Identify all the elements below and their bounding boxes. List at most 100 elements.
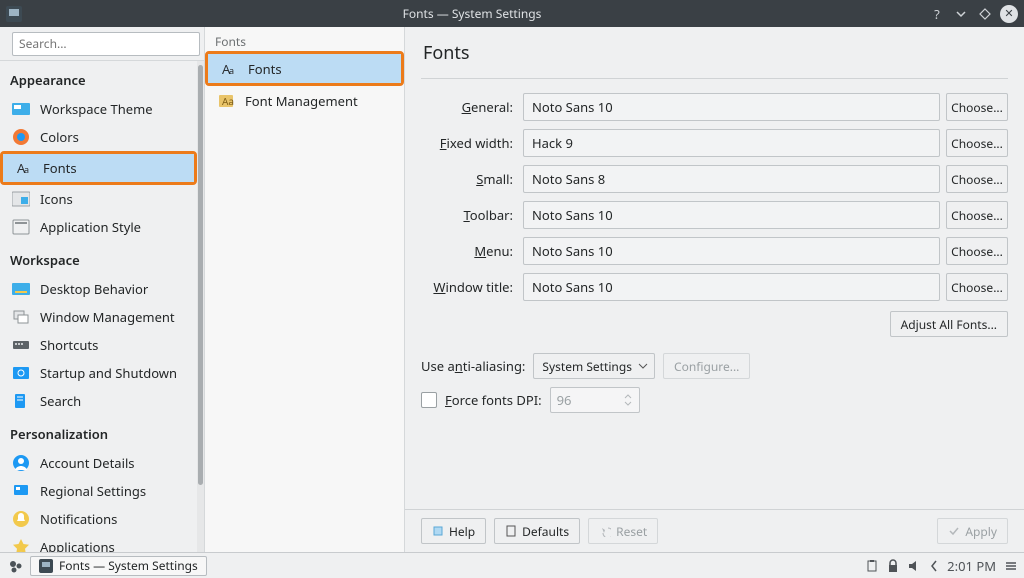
choose-button[interactable]: Choose... bbox=[946, 129, 1008, 157]
sidebar-item-label: Account Details bbox=[40, 454, 135, 472]
force-dpi-checkbox[interactable] bbox=[421, 392, 437, 408]
clipboard-tray-icon[interactable] bbox=[865, 559, 879, 573]
document-icon bbox=[505, 525, 517, 537]
sidebar-list: Appearance Workspace Theme Colors Aa Fon… bbox=[0, 61, 197, 552]
sidebar-item-shortcuts[interactable]: Shortcuts bbox=[0, 331, 197, 359]
sidebar-item-application-style[interactable]: Application Style bbox=[0, 213, 197, 241]
dpi-value: 96 bbox=[557, 391, 572, 409]
font-management-icon: Aa bbox=[217, 92, 235, 110]
adjust-all-fonts-button[interactable]: Adjust All Fonts... bbox=[890, 311, 1008, 337]
font-value: Noto Sans 10 bbox=[523, 93, 940, 121]
force-dpi-spinbox: 96 bbox=[550, 387, 640, 413]
task-icon bbox=[39, 559, 53, 573]
app-style-icon bbox=[12, 218, 30, 236]
sidebar-item-label: Startup and Shutdown bbox=[40, 364, 177, 382]
font-value: Hack 9 bbox=[523, 129, 940, 157]
sidebar-group-appearance: Appearance bbox=[0, 61, 197, 95]
close-icon[interactable]: ✕ bbox=[1000, 5, 1018, 23]
sidebar-item-label: Icons bbox=[40, 190, 73, 208]
bell-icon bbox=[12, 510, 30, 528]
font-row: Window title:Noto Sans 10Choose... bbox=[421, 273, 1008, 301]
sidebar-item-notifications[interactable]: Notifications bbox=[0, 505, 197, 533]
svg-text:Aa: Aa bbox=[222, 94, 234, 108]
anti-aliasing-label: Use anti-aliasing: bbox=[421, 357, 525, 375]
subpanel-title: Fonts bbox=[205, 27, 404, 51]
panel-menu-icon[interactable] bbox=[1004, 559, 1018, 573]
sidebar-item-workspace-theme[interactable]: Workspace Theme bbox=[0, 95, 197, 123]
sub-item-label: Font Management bbox=[245, 92, 358, 110]
choose-button[interactable]: Choose... bbox=[946, 237, 1008, 265]
sidebar-item-fonts[interactable]: Aa Fonts bbox=[3, 154, 194, 182]
sidebar-item-label: Shortcuts bbox=[40, 336, 98, 354]
sidebar-item-label: Window Management bbox=[40, 308, 175, 326]
font-row: Toolbar: Noto Sans 10Choose... bbox=[421, 201, 1008, 229]
sidebar-item-label: Desktop Behavior bbox=[40, 280, 148, 298]
maximize-icon[interactable] bbox=[976, 5, 994, 23]
font-value: Noto Sans 10 bbox=[523, 237, 940, 265]
anti-aliasing-value: System Settings bbox=[542, 358, 632, 375]
page-title-underline bbox=[421, 71, 1008, 79]
font-label: Small: bbox=[421, 170, 517, 188]
font-row: Menu: Noto Sans 10Choose... bbox=[421, 237, 1008, 265]
configure-button: Configure... bbox=[663, 353, 750, 379]
font-value: Noto Sans 8 bbox=[523, 165, 940, 193]
expand-tray-icon[interactable] bbox=[929, 559, 939, 573]
task-label: Fonts — System Settings bbox=[59, 557, 198, 574]
help-titlebar-icon[interactable]: ? bbox=[928, 5, 946, 23]
svg-text:a: a bbox=[24, 163, 29, 176]
chevron-down-icon bbox=[638, 361, 648, 371]
sub-item-fonts[interactable]: Aa Fonts bbox=[208, 54, 401, 83]
check-icon bbox=[948, 525, 960, 537]
app-icon bbox=[6, 6, 22, 22]
sidebar-item-desktop-behavior[interactable]: Desktop Behavior bbox=[0, 275, 197, 303]
sidebar-item-startup-shutdown[interactable]: Startup and Shutdown bbox=[0, 359, 197, 387]
sidebar-item-label: Fonts bbox=[43, 159, 77, 177]
account-icon bbox=[12, 454, 30, 472]
reset-button: Reset bbox=[588, 518, 658, 544]
sidebar-toolbar bbox=[0, 27, 204, 61]
apply-button: Apply bbox=[937, 518, 1008, 544]
lock-tray-icon[interactable] bbox=[887, 559, 899, 573]
startup-icon bbox=[12, 364, 30, 382]
colors-icon bbox=[12, 128, 30, 146]
taskbar: Fonts — System Settings 2:01 PM bbox=[0, 552, 1024, 578]
app-launcher-icon[interactable] bbox=[6, 557, 24, 575]
help-button[interactable]: Help bbox=[421, 518, 486, 544]
sidebar-item-label: Applications bbox=[40, 538, 115, 552]
font-label: General: bbox=[421, 98, 517, 116]
choose-button[interactable]: Choose... bbox=[946, 201, 1008, 229]
sidebar-group-personalization: Personalization bbox=[0, 415, 197, 449]
sidebar-item-regional-settings[interactable]: Regional Settings bbox=[0, 477, 197, 505]
sidebar-item-applications[interactable]: Applications bbox=[0, 533, 197, 552]
regional-icon bbox=[12, 482, 30, 500]
font-value: Noto Sans 10 bbox=[523, 273, 940, 301]
sidebar-group-workspace: Workspace bbox=[0, 241, 197, 275]
font-value: Noto Sans 10 bbox=[523, 201, 940, 229]
clock[interactable]: 2:01 PM bbox=[947, 557, 996, 575]
defaults-button[interactable]: Defaults bbox=[494, 518, 580, 544]
choose-button[interactable]: Choose... bbox=[946, 273, 1008, 301]
keyboard-icon bbox=[12, 336, 30, 354]
search-input[interactable] bbox=[12, 32, 200, 56]
font-label: Menu: bbox=[421, 242, 517, 260]
sidebar-item-search[interactable]: Search bbox=[0, 387, 197, 415]
task-button[interactable]: Fonts — System Settings bbox=[30, 556, 207, 576]
sidebar-item-window-management[interactable]: Window Management bbox=[0, 303, 197, 331]
sidebar-item-colors[interactable]: Colors bbox=[0, 123, 197, 151]
volume-tray-icon[interactable] bbox=[907, 559, 921, 573]
sidebar-item-account-details[interactable]: Account Details bbox=[0, 449, 197, 477]
font-label: Toolbar: bbox=[421, 206, 517, 224]
sidebar-scrollbar[interactable] bbox=[197, 61, 204, 552]
undo-icon bbox=[599, 525, 611, 537]
collapse-down-icon[interactable] bbox=[952, 5, 970, 23]
font-row: Fixed width:Hack 9Choose... bbox=[421, 129, 1008, 157]
sidebar-item-icons[interactable]: Icons bbox=[0, 185, 197, 213]
highlight-box-sub-fonts: Aa Fonts bbox=[205, 51, 404, 86]
anti-aliasing-select[interactable]: System Settings bbox=[533, 353, 655, 379]
sub-item-font-management[interactable]: Aa Font Management bbox=[205, 86, 404, 115]
sidebar-item-label: Colors bbox=[40, 128, 79, 146]
choose-button[interactable]: Choose... bbox=[946, 93, 1008, 121]
font-icon: Aa bbox=[220, 60, 238, 78]
choose-button[interactable]: Choose... bbox=[946, 165, 1008, 193]
workspace-theme-icon bbox=[12, 100, 30, 118]
